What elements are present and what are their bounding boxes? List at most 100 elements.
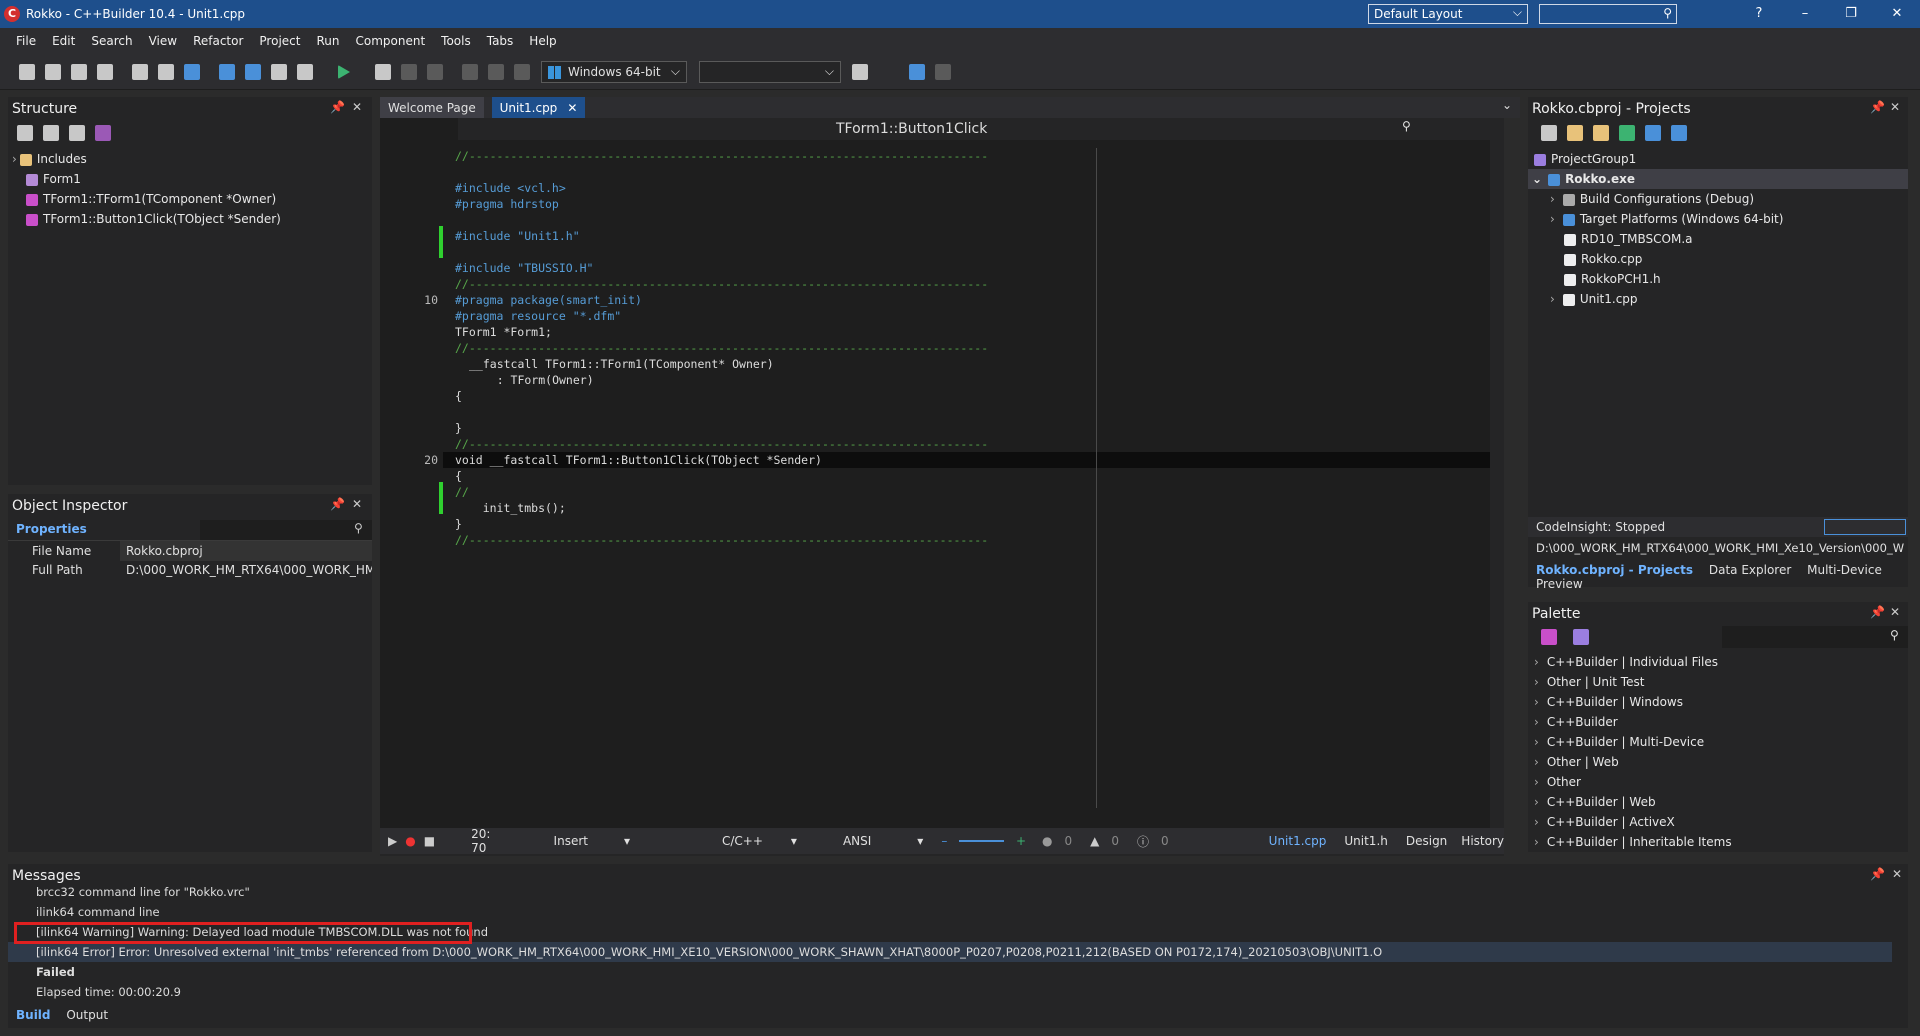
pin-icon[interactable]: 📌 [330, 497, 345, 511]
trace-into-icon[interactable] [488, 63, 504, 80]
property-row[interactable]: File Name Rokko.cbproj [8, 540, 372, 561]
menu-project[interactable]: Project [259, 34, 300, 48]
palette-category[interactable]: › Other | Unit Test [1528, 672, 1908, 692]
stop-macro-icon[interactable]: ■ [424, 834, 435, 848]
tree-item[interactable]: TForm1::TForm1(TComponent *Owner) [8, 189, 372, 209]
step-over-icon[interactable] [462, 63, 478, 80]
close-icon[interactable]: ✕ [1892, 867, 1902, 881]
save-all-icon[interactable] [71, 63, 87, 80]
tab-unit1-cpp-view[interactable]: Unit1.cpp [1269, 834, 1327, 848]
close-icon[interactable]: ✕ [352, 100, 362, 114]
menu-view[interactable]: View [149, 34, 177, 48]
palette-category[interactable]: › C++Builder | Individual Files [1528, 652, 1908, 672]
ide-search-input[interactable]: ⚲ [1539, 4, 1677, 24]
tab-list-icon[interactable]: ⌄ [1502, 98, 1512, 112]
palette-category[interactable]: › C++Builder | Web [1528, 792, 1908, 812]
new-file-icon[interactable] [19, 63, 35, 80]
menu-file[interactable]: File [16, 34, 36, 48]
stop-icon[interactable] [427, 63, 443, 80]
message-line[interactable]: [ilink64 Error] Error: Unresolved extern… [8, 942, 1892, 962]
tab-unit1-cpp[interactable]: Unit1.cpp ✕ [491, 97, 586, 119]
pin-icon[interactable]: 📌 [330, 100, 345, 114]
filter-icon[interactable] [69, 125, 85, 141]
tree-item[interactable]: › Unit1.cpp [1528, 289, 1908, 309]
tree-item[interactable]: RokkoPCH1.h [1528, 269, 1908, 289]
pin-icon[interactable]: 📌 [1870, 100, 1885, 114]
close-button[interactable]: ✕ [1874, 0, 1920, 28]
new-project-icon[interactable] [132, 63, 148, 80]
message-line[interactable]: ilink64 command line [8, 902, 1892, 922]
help-icon[interactable]: ? [1736, 0, 1782, 28]
forward-icon[interactable] [935, 63, 951, 80]
tree-item[interactable]: › Includes [8, 149, 372, 169]
tab-properties[interactable]: Properties [16, 522, 87, 536]
record-macro-icon[interactable]: ▶ [388, 834, 397, 848]
close-file-icon[interactable] [97, 63, 113, 80]
zoom-in-icon[interactable]: + [1016, 834, 1026, 848]
save-as-icon[interactable] [219, 63, 235, 80]
menu-refactor[interactable]: Refactor [193, 34, 243, 48]
encoding-select[interactable]: ANSI [843, 834, 871, 848]
tree-item[interactable]: › Target Platforms (Windows 64-bit) [1528, 209, 1908, 229]
tab-projects[interactable]: Rokko.cbproj - Projects [1536, 563, 1693, 577]
new-icon[interactable] [1567, 125, 1583, 141]
message-line[interactable]: Elapsed time: 00:00:20.9 [8, 982, 1892, 1002]
menu-tabs[interactable]: Tabs [487, 34, 514, 48]
target-platform-select[interactable]: Windows 64-bit [541, 60, 687, 83]
menu-tools[interactable]: Tools [441, 34, 471, 48]
activate-icon[interactable] [1541, 125, 1557, 141]
tab-welcome-page[interactable]: Welcome Page [380, 97, 484, 119]
zoom-out-icon[interactable]: – [941, 834, 947, 848]
tab-output[interactable]: Output [66, 1008, 108, 1022]
message-line[interactable]: Failed [8, 962, 1892, 982]
property-search-input[interactable] [200, 520, 372, 540]
palette-options-icon[interactable] [1541, 629, 1557, 645]
close-icon[interactable]: ✕ [352, 497, 362, 511]
palette-category[interactable]: › Other | Web [1528, 752, 1908, 772]
run-without-debug-icon[interactable] [375, 63, 391, 80]
menu-help[interactable]: Help [529, 34, 556, 48]
open-icon[interactable] [45, 63, 61, 80]
chevron-down-icon[interactable]: ▾ [917, 834, 923, 848]
menu-run[interactable]: Run [316, 34, 339, 48]
options-icon[interactable] [95, 125, 111, 141]
pin-icon[interactable]: 📌 [1870, 867, 1885, 881]
tree-item[interactable]: RD10_TMBSCOM.a [1528, 229, 1908, 249]
open-project-icon[interactable] [158, 63, 174, 80]
chevron-down-icon[interactable]: ▾ [791, 834, 797, 848]
pause-icon[interactable] [401, 63, 417, 80]
tab-design[interactable]: Design [1406, 834, 1447, 848]
palette-search-input[interactable] [1722, 626, 1908, 648]
close-tab-icon[interactable]: ✕ [567, 101, 577, 115]
tree-item[interactable]: Form1 [8, 169, 372, 189]
tab-unit1-h[interactable]: Unit1.h [1344, 834, 1387, 848]
build-icon[interactable] [1645, 125, 1661, 141]
sort-icon[interactable] [17, 125, 33, 141]
menu-component[interactable]: Component [355, 34, 425, 48]
back-icon[interactable] [909, 63, 925, 80]
search-icon[interactable]: ⚲ [1402, 119, 1411, 133]
tab-data-explorer[interactable]: Data Explorer [1709, 563, 1791, 577]
add-to-project-icon[interactable] [271, 63, 287, 80]
run-to-cursor-icon[interactable] [514, 63, 530, 80]
language-select[interactable]: C/C++ [722, 834, 763, 848]
palette-category[interactable]: › C++Builder | Inheritable Items [1528, 832, 1908, 852]
vertical-scrollbar[interactable] [1490, 140, 1504, 830]
view-icon[interactable] [1671, 125, 1687, 141]
menu-search[interactable]: Search [91, 34, 132, 48]
record-icon[interactable]: ● [405, 834, 415, 848]
menu-edit[interactable]: Edit [52, 34, 75, 48]
tree-item[interactable]: ⌄ Rokko.exe [1528, 169, 1908, 189]
method-navigator[interactable]: TForm1::Button1Click [836, 121, 987, 137]
palette-category[interactable]: › C++Builder | ActiveX [1528, 812, 1908, 832]
pointer-icon[interactable] [1573, 629, 1589, 645]
run-icon[interactable] [338, 64, 350, 79]
add-icon[interactable] [1593, 125, 1609, 141]
remove-from-project-icon[interactable] [297, 63, 313, 80]
pin-icon[interactable]: 📌 [1870, 605, 1885, 619]
palette-category[interactable]: › Other [1528, 772, 1908, 792]
device-icon[interactable] [852, 63, 868, 80]
tab-build[interactable]: Build [16, 1008, 51, 1022]
palette-category[interactable]: › C++Builder | Multi-Device [1528, 732, 1908, 752]
group-icon[interactable] [43, 125, 59, 141]
